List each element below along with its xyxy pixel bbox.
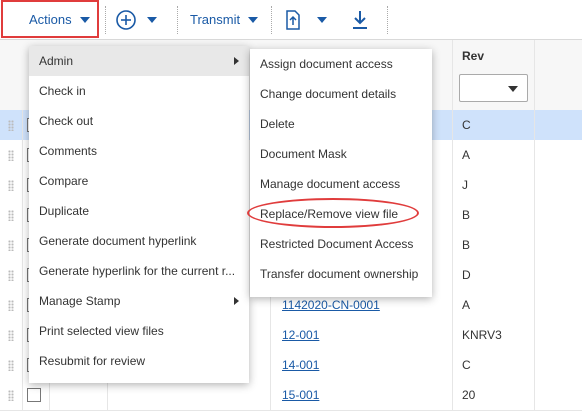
- upload-button[interactable]: [285, 0, 327, 39]
- chevron-right-icon: [234, 57, 239, 65]
- menu-item[interactable]: Generate document hyperlink: [29, 226, 249, 256]
- menu-item[interactable]: Check in: [29, 76, 249, 106]
- submenu-item-label: Manage document access: [260, 177, 401, 191]
- rev-value: A: [462, 148, 471, 162]
- toolbar: Actions Transmit: [0, 0, 582, 40]
- transmit-label: Transmit: [190, 12, 241, 27]
- rev-value: J: [462, 178, 468, 192]
- transmit-button[interactable]: Transmit: [190, 0, 259, 39]
- submenu-item-label: Assign document access: [260, 57, 393, 71]
- submenu-item[interactable]: Change document details: [250, 79, 432, 109]
- submenu-item-label: Delete: [260, 117, 295, 131]
- submenu-item-label: Transfer document ownership: [260, 267, 419, 281]
- submenu-item[interactable]: Restricted Document Access: [250, 229, 432, 259]
- submenu-item-label: Restricted Document Access: [260, 237, 414, 251]
- menu-item[interactable]: Compare: [29, 166, 249, 196]
- drag-handle-icon[interactable]: [8, 210, 14, 221]
- menu-item[interactable]: Admin: [29, 46, 249, 76]
- toolbar-separator: [271, 6, 272, 34]
- drag-handle-icon[interactable]: [8, 330, 14, 341]
- toolbar-separator: [105, 6, 106, 34]
- toolbar-separator: [177, 6, 178, 34]
- menu-item-label: Generate hyperlink for the current r...: [39, 264, 236, 278]
- drag-handle-icon[interactable]: [8, 180, 14, 191]
- submenu-item-label: Replace/Remove view file: [260, 207, 399, 221]
- menu-item-label: Print selected view files: [39, 324, 164, 338]
- menu-item[interactable]: Comments: [29, 136, 249, 166]
- chevron-down-icon: [248, 16, 259, 23]
- submenu-item[interactable]: Replace/Remove view file: [250, 199, 432, 229]
- table-row[interactable]: 15-001 20: [0, 380, 582, 411]
- upload-file-icon: [286, 9, 300, 30]
- rev-value: D: [462, 268, 471, 282]
- menu-item[interactable]: Print selected view files: [29, 316, 249, 346]
- document-number-link[interactable]: 15-001: [282, 380, 319, 410]
- menu-item[interactable]: Manage Stamp: [29, 286, 249, 316]
- submenu-item[interactable]: Manage document access: [250, 169, 432, 199]
- actions-menu: Admin Check in Check out Comments Compare Dup…: [29, 46, 249, 383]
- drag-handle-icon[interactable]: [8, 300, 14, 311]
- document-number-link[interactable]: 14-001: [282, 350, 319, 380]
- rev-value: B: [462, 238, 471, 252]
- menu-item[interactable]: Generate hyperlink for the current r...: [29, 256, 249, 286]
- submenu-item[interactable]: Transfer document ownership: [250, 259, 432, 289]
- submenu-item-label: Document Mask: [260, 147, 347, 161]
- rev-value: C: [462, 118, 471, 132]
- menu-item-label: Manage Stamp: [39, 294, 121, 308]
- document-number-link[interactable]: 12-001: [282, 320, 319, 350]
- drag-handle-icon[interactable]: [8, 360, 14, 371]
- rev-column-header[interactable]: Rev: [462, 49, 484, 63]
- submenu-item[interactable]: Document Mask: [250, 139, 432, 169]
- rev-value: B: [462, 208, 471, 222]
- admin-submenu: Assign document access Change document de…: [250, 49, 432, 297]
- menu-item[interactable]: Resubmit for review: [29, 346, 249, 376]
- download-icon: [353, 10, 367, 29]
- actions-button[interactable]: Actions: [29, 0, 90, 39]
- menu-item[interactable]: Duplicate: [29, 196, 249, 226]
- submenu-item-label: Change document details: [260, 87, 397, 101]
- chevron-down-icon: [508, 86, 518, 92]
- add-button[interactable]: [115, 0, 157, 39]
- rev-value: C: [462, 358, 471, 372]
- drag-handle-icon[interactable]: [8, 390, 14, 401]
- rev-value: A: [462, 298, 471, 312]
- chevron-right-icon: [234, 297, 239, 305]
- menu-item-label: Admin: [39, 54, 74, 68]
- menu-item-label: Generate document hyperlink: [39, 234, 197, 248]
- drag-handle-icon[interactable]: [8, 120, 14, 131]
- menu-item-label: Duplicate: [39, 204, 90, 218]
- actions-label: Actions: [29, 12, 72, 27]
- submenu-item[interactable]: Assign document access: [250, 49, 432, 79]
- drag-handle-icon[interactable]: [8, 270, 14, 281]
- chevron-down-icon: [79, 16, 90, 23]
- menu-item-label: Comments: [39, 144, 98, 158]
- download-button[interactable]: [350, 0, 370, 39]
- chevron-down-icon: [317, 16, 327, 23]
- rev-value: KNRV3: [462, 328, 502, 342]
- menu-item-label: Resubmit for review: [39, 354, 146, 368]
- toolbar-separator: [387, 6, 388, 34]
- chevron-down-icon: [147, 16, 157, 23]
- row-checkbox[interactable]: [27, 388, 41, 402]
- rev-value: 20: [462, 388, 476, 402]
- menu-item[interactable]: Check out: [29, 106, 249, 136]
- rev-filter-select[interactable]: [459, 74, 528, 102]
- menu-item-label: Check out: [39, 114, 94, 128]
- menu-item-label: Check in: [39, 84, 86, 98]
- add-circle-icon: [116, 9, 136, 30]
- menu-item-label: Compare: [39, 174, 89, 188]
- drag-handle-icon[interactable]: [8, 240, 14, 251]
- drag-handle-icon[interactable]: [8, 150, 14, 161]
- submenu-item[interactable]: Delete: [250, 109, 432, 139]
